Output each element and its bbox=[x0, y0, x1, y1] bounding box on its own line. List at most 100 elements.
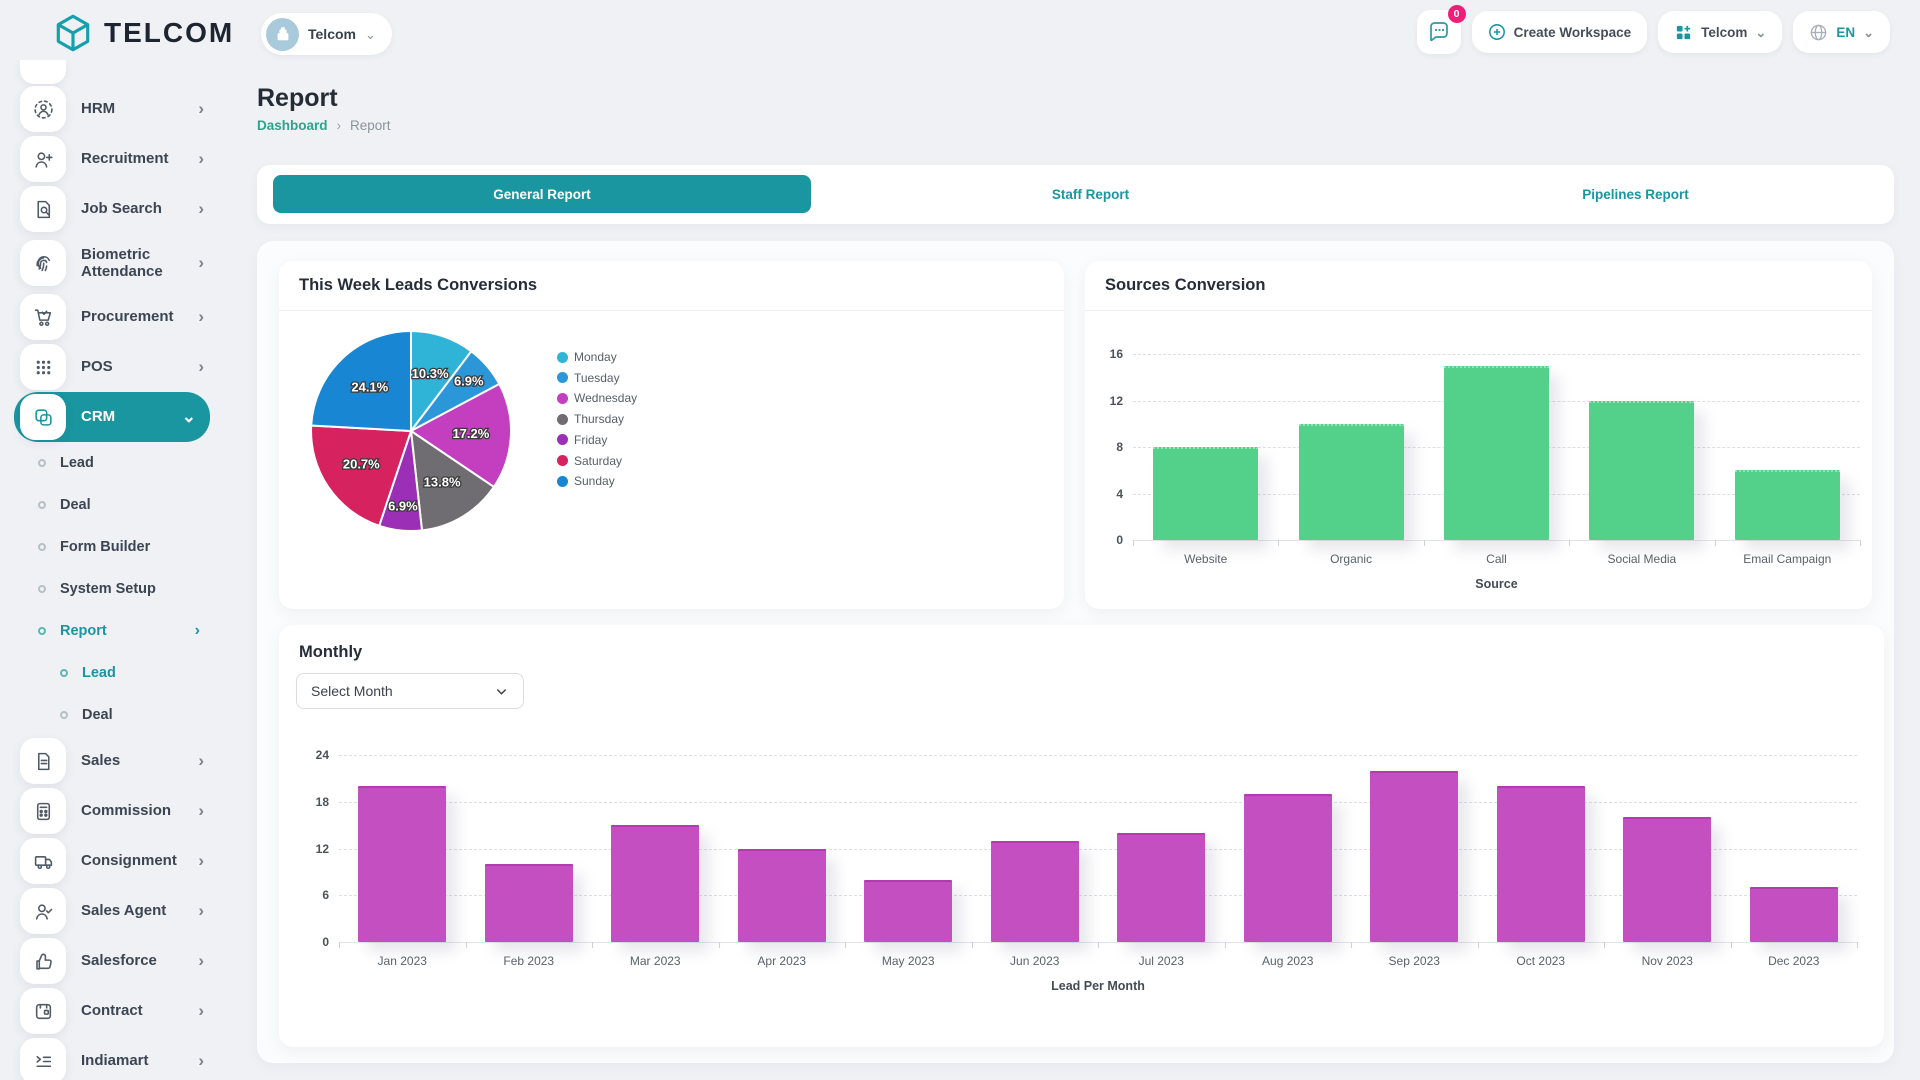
breadcrumb-dashboard-link[interactable]: Dashboard bbox=[257, 118, 328, 133]
bullet-icon bbox=[38, 501, 46, 509]
sidebar-item-label: Procurement bbox=[81, 308, 174, 325]
workspace-switcher[interactable]: Telcom ⌄ bbox=[1658, 11, 1782, 53]
sources-conversion-card: Sources Conversion 0481216WebsiteOrganic… bbox=[1085, 261, 1872, 609]
breadcrumb-current: Report bbox=[350, 118, 391, 133]
monthly-card: Monthly Select Month 06121824Jan 2023Feb… bbox=[279, 625, 1884, 1047]
bar-mar-2023[interactable] bbox=[611, 825, 699, 942]
bar-social-media[interactable] bbox=[1589, 401, 1694, 541]
sidebar-item-salesforce[interactable]: Salesforce› bbox=[14, 936, 218, 986]
pie-slice-label: 24.1% bbox=[351, 379, 388, 394]
sidebar-item-crm[interactable]: CRM⌄ bbox=[14, 392, 210, 442]
x-axis-category-label: Feb 2023 bbox=[466, 954, 593, 968]
bar-jun-2023[interactable] bbox=[991, 841, 1079, 942]
bar-nov-2023[interactable] bbox=[1623, 817, 1711, 942]
language-selector[interactable]: EN ⌄ bbox=[1793, 11, 1890, 53]
pie-slice-label: 6.9% bbox=[454, 374, 484, 389]
sidebar-item-indiamart[interactable]: Indiamart› bbox=[14, 1036, 218, 1080]
x-axis-category-label: Oct 2023 bbox=[1478, 954, 1605, 968]
chevron-right-icon: › bbox=[198, 751, 204, 771]
icon-tile bbox=[20, 738, 66, 784]
crm-icon bbox=[33, 407, 54, 428]
notification-badge: 0 bbox=[1448, 5, 1466, 23]
create-workspace-button[interactable]: Create Workspace bbox=[1472, 11, 1648, 53]
contract-icon bbox=[33, 1001, 54, 1022]
chat-bubble-icon bbox=[1427, 20, 1451, 44]
sidebar-item-pos[interactable]: POS› bbox=[14, 342, 218, 392]
sidebar-item-label: Contract bbox=[81, 1002, 143, 1019]
legend-dot-icon bbox=[557, 455, 568, 466]
bar-oct-2023[interactable] bbox=[1497, 786, 1585, 942]
x-axis-category-label: May 2023 bbox=[845, 954, 972, 968]
sidebar-item-procurement[interactable]: Procurement › bbox=[14, 292, 218, 342]
sidebar-subitem-label: System Setup bbox=[60, 581, 156, 597]
sidebar-subitem-lead[interactable]: Lead bbox=[14, 442, 218, 484]
legend-item-saturday[interactable]: Saturday bbox=[557, 454, 622, 468]
legend-item-thursday[interactable]: Thursday bbox=[557, 412, 624, 426]
sidebar-subitem-form-builder[interactable]: Form Builder bbox=[14, 526, 218, 568]
sidebar-item-biometric-attendance[interactable]: BiometricAttendance› bbox=[14, 234, 218, 292]
bar-email-campaign[interactable] bbox=[1735, 470, 1840, 540]
sidebar-item-commission[interactable]: Commission› bbox=[14, 786, 218, 836]
sidebar-subitem-lead[interactable]: Lead bbox=[14, 652, 218, 694]
sidebar-item-consignment[interactable]: Consignment› bbox=[14, 836, 218, 886]
breadcrumb-separator: › bbox=[337, 118, 342, 133]
x-axis-tick bbox=[1715, 540, 1716, 546]
icon-tile bbox=[20, 86, 66, 132]
x-axis-category-label: Jun 2023 bbox=[972, 954, 1099, 968]
fingerprint-icon bbox=[33, 253, 54, 274]
bar-feb-2023[interactable] bbox=[485, 864, 573, 942]
file-icon bbox=[33, 751, 54, 772]
sidebar-subitem-system-setup[interactable]: System Setup bbox=[14, 568, 218, 610]
x-axis-category-label: Call bbox=[1424, 552, 1569, 566]
legend-item-sunday[interactable]: Sunday bbox=[557, 474, 615, 488]
x-axis-tick bbox=[845, 942, 846, 948]
tab-general-report[interactable]: General Report bbox=[273, 175, 811, 213]
bar-jan-2023[interactable] bbox=[358, 786, 446, 942]
sidebar-subitem-deal[interactable]: Deal bbox=[14, 484, 218, 526]
x-axis-category-label: Aug 2023 bbox=[1225, 954, 1352, 968]
chevron-right-icon: › bbox=[198, 149, 204, 169]
sidebar-item-sales[interactable]: Sales› bbox=[14, 736, 218, 786]
legend-label: Tuesday bbox=[574, 371, 620, 385]
y-axis-tick: 0 bbox=[1093, 533, 1123, 547]
legend-item-friday[interactable]: Friday bbox=[557, 433, 607, 447]
sidebar-item-recruitment[interactable]: Recruitment › bbox=[14, 134, 218, 184]
sidebar-partial-item bbox=[20, 60, 66, 84]
tab-staff-report[interactable]: Staff Report bbox=[818, 165, 1363, 224]
list-arrow-icon bbox=[33, 1051, 54, 1072]
bar-call[interactable] bbox=[1444, 366, 1549, 540]
sidebar-subitem-deal[interactable]: Deal bbox=[14, 694, 218, 736]
app-logo[interactable]: TELCOM bbox=[52, 12, 234, 54]
messages-button[interactable]: 0 bbox=[1417, 10, 1461, 54]
report-tabs: General ReportStaff ReportPipelines Repo… bbox=[257, 165, 1894, 224]
sidebar-item-hrm[interactable]: HRM› bbox=[14, 84, 218, 134]
bar-may-2023[interactable] bbox=[864, 880, 952, 942]
pie-slice-label: 13.8% bbox=[424, 474, 461, 489]
bar-aug-2023[interactable] bbox=[1244, 794, 1332, 942]
tab-pipelines-report[interactable]: Pipelines Report bbox=[1363, 165, 1908, 224]
sidebar-item-job-search[interactable]: Job Search› bbox=[14, 184, 218, 234]
sidebar-item-label: Recruitment bbox=[81, 150, 169, 167]
gridline bbox=[339, 802, 1857, 803]
legend-item-wednesday[interactable]: Wednesday bbox=[557, 391, 637, 405]
legend-item-monday[interactable]: Monday bbox=[557, 350, 617, 364]
x-axis-tick bbox=[1478, 942, 1479, 948]
bar-jul-2023[interactable] bbox=[1117, 833, 1205, 942]
cube-logo-icon bbox=[52, 12, 94, 54]
workspace-chip[interactable]: Telcom ⌄ bbox=[261, 13, 392, 55]
bar-dec-2023[interactable] bbox=[1750, 887, 1838, 942]
sidebar-item-sales-agent[interactable]: Sales Agent› bbox=[14, 886, 218, 936]
bar-website[interactable] bbox=[1153, 447, 1258, 540]
x-axis-tick bbox=[1857, 942, 1858, 948]
sidebar-subitem-report[interactable]: Report› bbox=[14, 610, 218, 652]
bar-sep-2023[interactable] bbox=[1370, 771, 1458, 942]
x-axis-category-label: Nov 2023 bbox=[1604, 954, 1731, 968]
sidebar-item-contract[interactable]: Contract› bbox=[14, 986, 218, 1036]
legend-item-tuesday[interactable]: Tuesday bbox=[557, 371, 620, 385]
bar-apr-2023[interactable] bbox=[738, 849, 826, 943]
bar-organic[interactable] bbox=[1299, 424, 1404, 540]
icon-tile bbox=[20, 888, 66, 934]
chevron-right-icon: › bbox=[198, 307, 204, 327]
report-panel: This Week Leads Conversions 10.3%6.9%17.… bbox=[257, 241, 1894, 1063]
legend-dot-icon bbox=[557, 434, 568, 445]
